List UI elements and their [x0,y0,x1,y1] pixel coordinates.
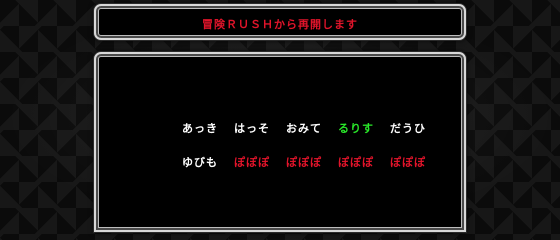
password-window: あっき はっそ おみて るりす だうひ ゆびも ぽぽぽ ぽぽぽ ぽぽぽ ぽぽぽ [94,52,466,232]
password-chunk[interactable]: おみて [286,120,322,136]
password-chunk-placeholder[interactable]: ぽぽぽ [390,154,426,170]
password-row-1: あっき はっそ おみて るりす だうひ [182,120,426,136]
resume-message: 冒険ＲＵＳＨから再開します [202,18,358,31]
password-chunk[interactable]: ゆびも [182,154,218,170]
password-chunk-placeholder[interactable]: ぽぽぽ [338,154,374,170]
password-chunk[interactable]: あっき [182,120,218,136]
message-window: 冒険ＲＵＳＨから再開します [94,4,466,40]
password-chunk[interactable]: はっそ [234,120,270,136]
password-chunk-selected[interactable]: るりす [338,120,374,136]
password-chunk-placeholder[interactable]: ぽぽぽ [286,154,322,170]
password-row-2: ゆびも ぽぽぽ ぽぽぽ ぽぽぽ ぽぽぽ [182,154,426,170]
password-chunk[interactable]: だうひ [390,120,426,136]
password-chunk-placeholder[interactable]: ぽぽぽ [234,154,270,170]
